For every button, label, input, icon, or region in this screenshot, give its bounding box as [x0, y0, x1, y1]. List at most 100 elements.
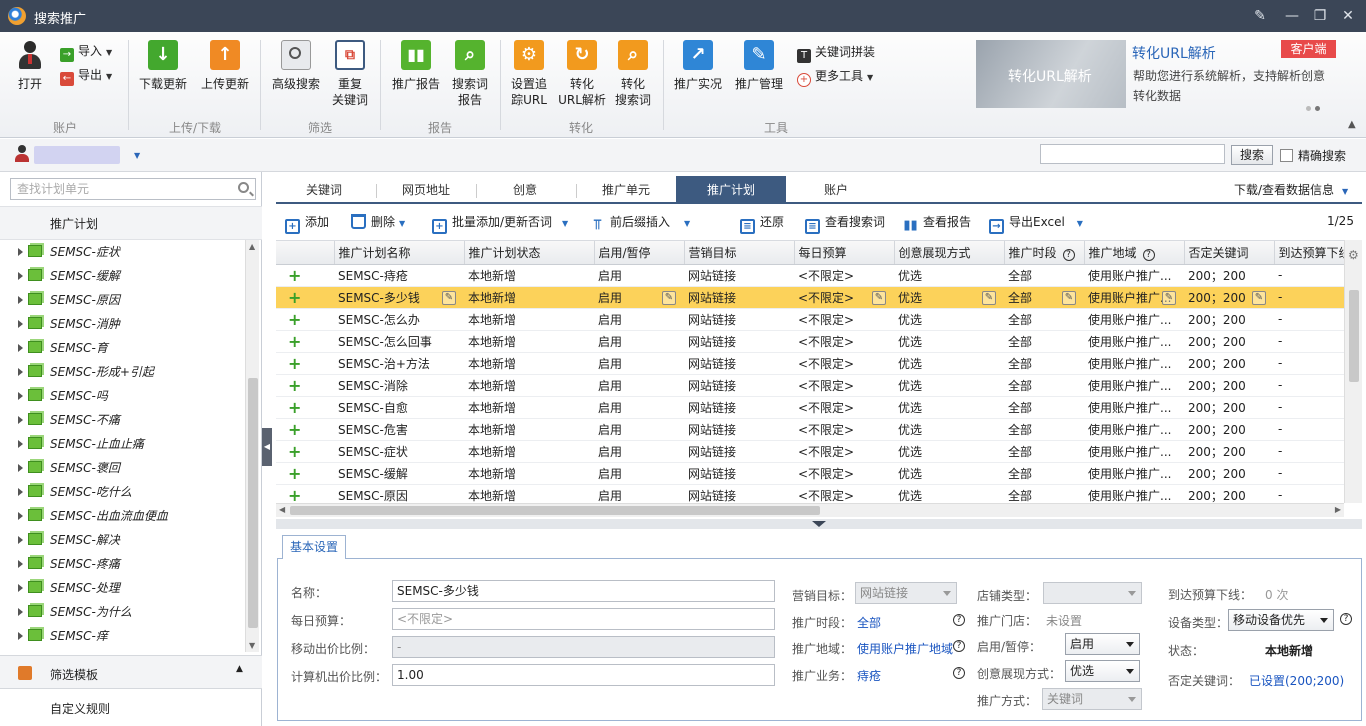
cell-name[interactable]: SEMSC-原因: [334, 484, 464, 503]
edit-icon[interactable]: ✎: [442, 290, 456, 305]
cell-target[interactable]: 网站链接: [684, 264, 794, 287]
expand-arrow-icon[interactable]: [18, 632, 23, 640]
column-settings-gear-icon[interactable]: ⚙: [1348, 248, 1359, 262]
cell-target[interactable]: 网站链接: [684, 308, 794, 331]
expand-arrow-icon[interactable]: [18, 248, 23, 256]
download-data-info-button[interactable]: 下载/查看数据信息 ▼: [1234, 181, 1348, 198]
table-row[interactable]: + SEMSC-缓解 本地新增 启用 网站链接 <不限定> 优选 全部 使用账户推广... 200…: [276, 462, 1344, 485]
tab-url[interactable]: 网页地址: [376, 176, 476, 204]
open-button[interactable]: 打开: [1, 40, 59, 92]
sidebar-header[interactable]: 推广计划: [0, 206, 262, 240]
expand-plus-icon[interactable]: +: [280, 464, 301, 483]
cell-status[interactable]: 本地新增: [464, 440, 594, 463]
cell-target[interactable]: 网站链接: [684, 440, 794, 463]
help-icon[interactable]: ?: [1340, 613, 1352, 625]
expand-arrow-icon[interactable]: [18, 416, 23, 424]
row-select-cell[interactable]: +: [276, 308, 334, 331]
conversion-url-button[interactable]: ↻ 转化 URL解析: [553, 40, 611, 108]
ad-banner[interactable]: 转化URL解析: [976, 40, 1126, 108]
cell-enable[interactable]: 启用: [594, 264, 684, 287]
cell-enable[interactable]: 启用: [594, 440, 684, 463]
cell-arrival[interactable]: -: [1274, 264, 1344, 287]
cell-display[interactable]: 优选: [894, 352, 1004, 375]
expand-arrow-icon[interactable]: [18, 368, 23, 376]
cell-budget[interactable]: <不限定>: [794, 374, 894, 397]
cell-enable[interactable]: 启用: [594, 330, 684, 353]
search-icon[interactable]: [238, 182, 249, 193]
expand-plus-icon[interactable]: +: [280, 332, 301, 351]
cell-display[interactable]: 优选: [894, 374, 1004, 397]
cell-region[interactable]: 使用账户推广...: [1084, 462, 1184, 485]
cell-period[interactable]: 全部: [1004, 330, 1084, 353]
row-select-cell[interactable]: +: [276, 462, 334, 485]
expand-arrow-icon[interactable]: [18, 512, 23, 520]
cell-arrival[interactable]: -: [1274, 440, 1344, 463]
table-row[interactable]: + SEMSC-治+方法 本地新增 启用 网站链接 <不限定> 优选 全部 使用账户推广... 2…: [276, 352, 1344, 375]
cell-display[interactable]: 优选: [894, 396, 1004, 419]
cell-target[interactable]: 网站链接: [684, 330, 794, 353]
expand-plus-icon[interactable]: +: [280, 376, 301, 395]
help-icon[interactable]: ?: [953, 640, 965, 652]
cell-period[interactable]: 全部: [1004, 440, 1084, 463]
display-mode-select[interactable]: 优选: [1065, 660, 1140, 682]
cell-target[interactable]: 网站链接: [684, 396, 794, 419]
sidebar-item[interactable]: SEMSC-为什么: [8, 600, 244, 624]
cell-status[interactable]: 本地新增: [464, 418, 594, 441]
live-preview-button[interactable]: ↗ 推广实况: [669, 40, 727, 92]
cell-enable[interactable]: 启用: [594, 484, 684, 503]
collapse-left-panel-handle[interactable]: ◀: [262, 428, 272, 466]
region-link[interactable]: 使用账户推广地域: [857, 640, 953, 657]
sidebar-item[interactable]: SEMSC-形成+引起: [8, 360, 244, 384]
table-row[interactable]: + SEMSC-怎么回事 本地新增 启用 网站链接 <不限定> 优选 全部 使用账户推广... 2…: [276, 330, 1344, 353]
carousel-dots[interactable]: [1302, 100, 1320, 114]
cell-name[interactable]: SEMSC-怎么回事: [334, 330, 464, 353]
cell-budget[interactable]: <不限定> ✎: [794, 286, 894, 309]
batch-negative-button[interactable]: + 批量添加/更新否词 ▼: [432, 213, 568, 234]
cell-period[interactable]: 全部: [1004, 352, 1084, 375]
panel-splitter[interactable]: [276, 519, 1362, 529]
cell-budget[interactable]: <不限定>: [794, 418, 894, 441]
cell-budget[interactable]: <不限定>: [794, 308, 894, 331]
cell-region[interactable]: 使用账户推广...: [1084, 374, 1184, 397]
column-header-region[interactable]: 推广地域?: [1084, 241, 1185, 265]
search-term-report-button[interactable]: ⌕ 搜索词 报告: [441, 40, 499, 108]
cell-region[interactable]: 使用账户推广...: [1084, 440, 1184, 463]
cell-region[interactable]: 使用账户推广...: [1084, 352, 1184, 375]
cell-enable[interactable]: 启用 ✎: [594, 286, 684, 309]
cell-status[interactable]: 本地新增: [464, 462, 594, 485]
cell-budget[interactable]: <不限定>: [794, 264, 894, 287]
cell-region[interactable]: 使用账户推广... ✎: [1084, 286, 1184, 309]
table-row[interactable]: + SEMSC-多少钱 ✎ 本地新增 启用 ✎ 网站链接 <不限定> ✎ 优选 ✎ 全部 ✎ 使用账户推广…: [276, 286, 1344, 309]
expand-plus-icon[interactable]: +: [280, 354, 301, 373]
help-icon[interactable]: ?: [1142, 248, 1155, 261]
cell-period[interactable]: 全部: [1004, 396, 1084, 419]
expand-plus-icon[interactable]: +: [280, 442, 301, 461]
expand-plus-icon[interactable]: +: [280, 486, 301, 504]
cell-name[interactable]: SEMSC-缓解: [334, 462, 464, 485]
add-button[interactable]: + 添加: [285, 213, 329, 234]
cell-negative[interactable]: 200；200 ✎: [1184, 286, 1274, 309]
duplicate-keyword-button[interactable]: ⧉ 重复 关键词: [321, 40, 379, 108]
cell-display[interactable]: 优选: [894, 418, 1004, 441]
help-icon[interactable]: ?: [953, 614, 965, 626]
search-input[interactable]: [1040, 144, 1225, 164]
marketing-target-select[interactable]: 网站链接: [855, 582, 957, 604]
cell-budget[interactable]: <不限定>: [794, 462, 894, 485]
cell-arrival[interactable]: -: [1274, 418, 1344, 441]
cell-arrival[interactable]: -: [1274, 308, 1344, 331]
cell-display[interactable]: 优选 ✎: [894, 286, 1004, 309]
cell-negative[interactable]: 200；200: [1184, 418, 1274, 441]
edit-icon[interactable]: ✎: [982, 290, 996, 305]
expand-arrow-icon[interactable]: [18, 320, 23, 328]
sidebar-item[interactable]: SEMSC-处理: [8, 576, 244, 600]
view-search-terms-button[interactable]: ≡ 查看搜索词: [805, 213, 885, 234]
cell-enable[interactable]: 启用: [594, 308, 684, 331]
name-field[interactable]: SEMSC-多少钱: [392, 580, 775, 602]
row-select-cell[interactable]: +: [276, 440, 334, 463]
cell-arrival[interactable]: -: [1274, 286, 1344, 309]
minimize-button[interactable]: —: [1282, 6, 1302, 26]
device-type-select[interactable]: 移动设备优先: [1228, 609, 1334, 631]
search-button[interactable]: 搜索: [1231, 145, 1273, 165]
cell-display[interactable]: 优选: [894, 308, 1004, 331]
cell-name[interactable]: SEMSC-危害: [334, 418, 464, 441]
